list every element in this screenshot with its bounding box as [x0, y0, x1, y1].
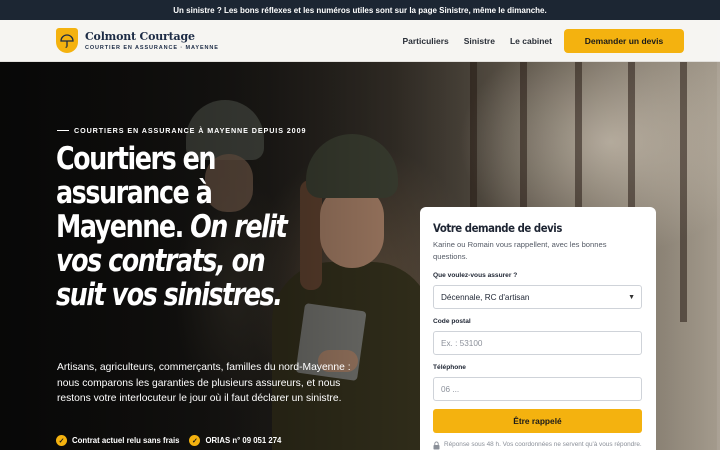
postal-code-input[interactable]: Ex. : 53100	[433, 331, 642, 355]
nav-item-particuliers[interactable]: Particuliers	[402, 36, 448, 46]
headline-line: Courtiers en	[56, 141, 216, 177]
request-quote-button[interactable]: Demander un devis	[564, 29, 684, 53]
check-item: ✓ Contrat actuel relu sans frais	[56, 435, 179, 446]
hero-headline: Courtiers en assurance à Mayenne. On rel…	[56, 142, 327, 312]
form-note-text: Réponse sous 48 h. Vos coordonnées ne se…	[444, 441, 642, 448]
hero-lead: Artisans, agriculteurs, commerçants, fam…	[57, 362, 351, 404]
form-intro: Karine ou Romain vous rappellent, avec l…	[433, 240, 607, 261]
headline-line: Mayenne.	[56, 209, 184, 245]
brand-name: Colmont Courtage	[85, 30, 195, 43]
check-text: Contrat actuel relu sans frais	[72, 436, 180, 445]
form-title: Votre demande de devis	[433, 221, 562, 235]
quote-form: Votre demande de devis Karine ou Romain …	[420, 207, 656, 450]
check-text: ORIAS n° 09 051 274	[205, 436, 282, 445]
check-circle-icon: ✓	[56, 435, 67, 446]
main-nav: Particuliers Sinistre Le cabinet	[402, 20, 552, 62]
announcement-text: Un sinistre ? Les bons réflexes et les n…	[173, 5, 547, 15]
logo[interactable]: Colmont Courtage COURTIER EN ASSURANCE ·…	[56, 28, 219, 53]
check-item: ✓ ORIAS n° 09 051 274	[189, 435, 281, 446]
eyebrow-text: COURTIERS EN ASSURANCE À MAYENNE DEPUIS …	[74, 126, 307, 135]
hero-eyebrow: COURTIERS EN ASSURANCE À MAYENNE DEPUIS …	[57, 126, 306, 135]
brand-tagline: COURTIER EN ASSURANCE · MAYENNE	[85, 45, 219, 51]
check-circle-icon: ✓	[189, 435, 201, 446]
headline-line: assurance à	[56, 175, 213, 211]
lock-icon	[433, 441, 440, 450]
hero-checks: ✓ Contrat actuel relu sans frais ✓ ORIAS…	[56, 435, 281, 446]
nav-item-le-cabinet[interactable]: Le cabinet	[510, 36, 552, 46]
insure-type-value: Décennale, RC d'artisan	[441, 292, 530, 302]
nav-item-sinistre[interactable]: Sinistre	[464, 36, 495, 46]
headline-italic: vos contrats, on	[56, 243, 266, 279]
announcement-bar: Un sinistre ? Les bons réflexes et les n…	[0, 0, 720, 20]
insure-type-label: Que voulez-vous assurer ?	[433, 272, 518, 279]
form-note: Réponse sous 48 h. Vos coordonnées ne se…	[433, 440, 642, 450]
callback-submit-button[interactable]: Être rappelé	[433, 409, 642, 433]
phone-input[interactable]: 06 ...	[433, 377, 642, 401]
headline-italic: suit vos sinistres.	[56, 277, 283, 313]
eyebrow-rule	[57, 130, 69, 131]
postal-code-label: Code postal	[433, 318, 471, 325]
phone-label: Téléphone	[433, 364, 466, 371]
chevron-down-icon: ▼	[628, 294, 635, 301]
site-header: Colmont Courtage COURTIER EN ASSURANCE ·…	[0, 20, 720, 62]
insure-type-select[interactable]: Décennale, RC d'artisan ▼	[433, 285, 642, 309]
umbrella-shield-icon	[56, 28, 78, 53]
headline-italic: On relit	[190, 209, 288, 245]
